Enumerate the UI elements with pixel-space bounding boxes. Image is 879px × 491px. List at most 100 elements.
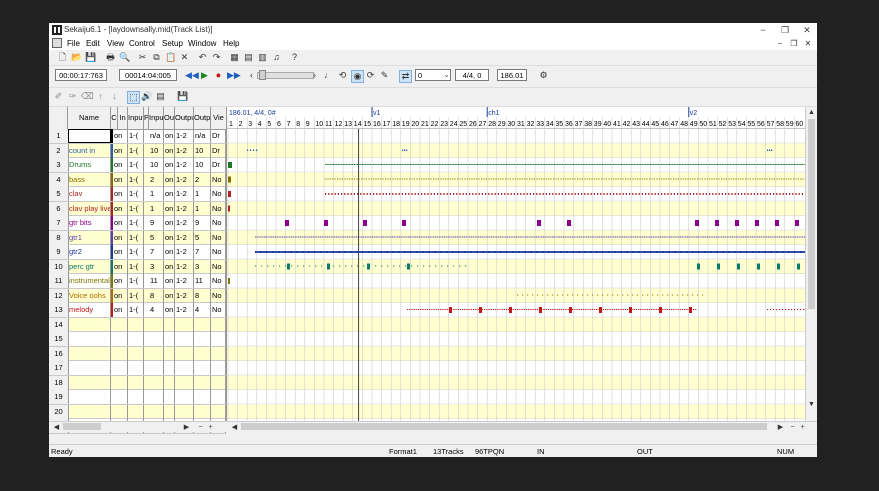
cell-c[interactable]: on xyxy=(111,274,128,288)
cell-out[interactable]: 1-2 xyxy=(175,245,194,259)
rewind-icon[interactable]: ◀◀ xyxy=(185,70,199,81)
tempo-display[interactable]: 186.01 xyxy=(497,69,527,81)
record-mode-icon[interactable]: ◉ xyxy=(351,70,364,83)
cell-vie[interactable]: No xyxy=(211,172,226,187)
cell-ou[interactable]: on xyxy=(164,129,175,143)
cell-input[interactable]: 1-( xyxy=(128,259,144,274)
cell-input[interactable]: 1-( xyxy=(128,216,144,230)
cell-ou[interactable]: on xyxy=(164,158,175,172)
col-in-header[interactable]: In xyxy=(118,107,128,129)
cell-input[interactable]: 1-( xyxy=(128,143,144,158)
scroll-down-icon[interactable]: ▼ xyxy=(806,399,817,410)
cell-p[interactable] xyxy=(149,404,164,419)
time-signature-display[interactable]: 4/4, 0 xyxy=(455,69,489,81)
cell-c[interactable] xyxy=(111,361,128,375)
cell-out[interactable] xyxy=(175,332,194,346)
cell-out[interactable]: 1-2 xyxy=(175,129,194,143)
cell-out[interactable]: 1-2 xyxy=(175,274,194,288)
table-row[interactable]: 20 xyxy=(49,404,226,419)
cell-c[interactable]: on xyxy=(111,230,128,245)
cell-p[interactable]: 3 xyxy=(149,259,164,274)
cell-name[interactable] xyxy=(68,129,111,143)
cell-name[interactable]: perc gtr xyxy=(68,259,111,274)
cell-vie[interactable] xyxy=(211,404,226,419)
help-icon[interactable]: ? xyxy=(289,52,300,63)
chevron-down-icon[interactable]: ⌄ xyxy=(441,70,452,81)
cell-p[interactable]: 9 xyxy=(149,216,164,230)
cell-p[interactable]: 11 xyxy=(149,274,164,288)
cell-out[interactable]: 1-2 xyxy=(175,187,194,201)
table-row[interactable]: 8 gtr1 on 1-(5 on 1-2 5 No xyxy=(49,230,226,245)
col-output-ch-header[interactable]: Output xyxy=(194,107,211,129)
cell-outch[interactable]: 11 xyxy=(194,274,211,288)
cell-c[interactable]: on xyxy=(111,201,128,216)
cell-p[interactable] xyxy=(149,390,164,404)
cell-out[interactable] xyxy=(175,404,194,419)
slider-right-arrow-icon[interactable]: › xyxy=(309,70,320,81)
table-row[interactable]: 7 gtr bits on 1-(9 on 1-2 9 No xyxy=(49,216,226,231)
cell-ou[interactable]: on xyxy=(164,172,175,187)
table-row[interactable]: 15 xyxy=(49,332,226,347)
up-arrow-icon[interactable]: ↑ xyxy=(95,91,106,102)
cell-vie[interactable]: Dr xyxy=(211,158,226,172)
table-row[interactable]: 5 clav on 1-(1 on 1-2 1 No xyxy=(49,187,226,202)
cell-vie[interactable] xyxy=(211,390,226,404)
cell-name[interactable]: bass xyxy=(68,172,111,187)
cell-ou[interactable] xyxy=(164,332,175,346)
cell-vie[interactable]: No xyxy=(211,230,226,245)
cell-p[interactable]: 7 xyxy=(149,245,164,259)
undo-icon[interactable]: ↶ xyxy=(197,52,208,63)
cell-c[interactable] xyxy=(111,332,128,346)
cell-c[interactable]: on xyxy=(111,216,128,230)
row-number[interactable]: 20 xyxy=(49,404,69,419)
cell-ou[interactable] xyxy=(164,375,175,390)
cell-name[interactable] xyxy=(68,375,111,390)
cell-out[interactable]: 1-2 xyxy=(175,172,194,187)
cell-outch[interactable]: 8 xyxy=(194,288,211,303)
cell-vie[interactable] xyxy=(211,361,226,375)
table-row[interactable]: 2 count in on 1-(10 on 1-2 10 Dr xyxy=(49,143,226,158)
cell-out[interactable]: 1-2 xyxy=(175,143,194,158)
maximize-button[interactable]: ❐ xyxy=(775,24,795,36)
cell-ou[interactable] xyxy=(164,404,175,419)
table-row[interactable]: 14 xyxy=(49,317,226,332)
down-arrow-icon[interactable]: ↓ xyxy=(109,91,120,102)
cell-out[interactable] xyxy=(175,361,194,375)
auto-repeat-icon[interactable]: ⟳ xyxy=(365,70,376,81)
midi-reset-icon[interactable]: ✎ xyxy=(379,70,390,81)
cell-input[interactable] xyxy=(128,390,144,404)
cell-name[interactable]: gtr2 xyxy=(68,245,111,259)
play-icon[interactable]: ▶ xyxy=(199,70,210,81)
track-list-hscroll-thumb[interactable] xyxy=(63,423,101,430)
new-file-icon[interactable]: 🗋 xyxy=(57,52,68,63)
table-row[interactable]: 1 on 1-(n/a on 1-2 n/a Dr xyxy=(49,129,226,144)
cell-input[interactable] xyxy=(128,346,144,361)
mdi-restore-button[interactable]: ❐ xyxy=(789,39,799,48)
mdi-minimize-button[interactable]: − xyxy=(775,39,785,48)
row-number[interactable]: 1 xyxy=(49,129,69,143)
cell-outch[interactable] xyxy=(194,332,211,346)
cell-input[interactable]: 1-( xyxy=(128,187,144,201)
col-name-header[interactable]: Name xyxy=(68,107,111,129)
cell-input[interactable]: 1-( xyxy=(128,201,144,216)
fast-forward-icon[interactable]: ▶▶ xyxy=(227,70,241,81)
row-number[interactable]: 17 xyxy=(49,361,69,375)
cell-c[interactable]: on xyxy=(111,245,128,259)
timeline-vscroll-thumb[interactable] xyxy=(808,119,815,309)
print-preview-icon[interactable]: 🔍 xyxy=(119,52,130,63)
row-number[interactable]: 10 xyxy=(49,259,69,274)
cell-ou[interactable]: on xyxy=(164,143,175,158)
cell-input[interactable] xyxy=(128,332,144,346)
minimize-button[interactable]: − xyxy=(753,24,773,36)
event-list-icon[interactable]: ▥ xyxy=(257,52,268,63)
cell-outch[interactable]: 4 xyxy=(194,303,211,317)
cell-vie[interactable]: No xyxy=(211,201,226,216)
menu-control[interactable]: Control xyxy=(129,39,155,48)
cell-outch[interactable]: 10 xyxy=(194,158,211,172)
cell-vie[interactable]: No xyxy=(211,245,226,259)
cell-outch[interactable] xyxy=(194,317,211,332)
cell-p[interactable] xyxy=(149,346,164,361)
row-number[interactable]: 8 xyxy=(49,230,69,245)
cell-p[interactable] xyxy=(149,317,164,332)
menu-view[interactable]: View xyxy=(107,39,124,48)
